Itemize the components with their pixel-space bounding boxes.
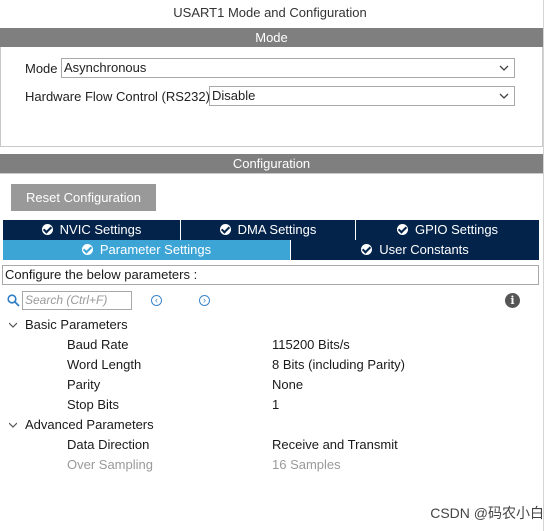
- tab-user-constants[interactable]: User Constants: [291, 240, 539, 260]
- search-input[interactable]: Search (Ctrl+F): [22, 291, 132, 310]
- expand-chevron-icon[interactable]: [9, 421, 17, 429]
- param-name: Over Sampling: [67, 457, 153, 472]
- group-basic-parameters[interactable]: Basic Parameters: [25, 315, 128, 335]
- check-circle-icon: [41, 224, 53, 235]
- expand-chevron-icon[interactable]: [9, 321, 17, 329]
- param-value[interactable]: None: [272, 375, 303, 395]
- reset-configuration-button[interactable]: Reset Configuration: [11, 184, 156, 211]
- param-value[interactable]: 1: [272, 395, 279, 415]
- search-next-icon[interactable]: ›: [199, 295, 210, 306]
- search-previous-icon[interactable]: ‹: [151, 295, 162, 306]
- param-name[interactable]: Data Direction: [67, 435, 149, 455]
- tab-label: User Constants: [379, 242, 469, 257]
- window-title: USART1 Mode and Configuration: [173, 5, 367, 20]
- description-text: Configure the below parameters :: [2, 265, 539, 285]
- flow-control-dropdown-value: Disable: [212, 88, 256, 103]
- chevron-down-icon: [499, 93, 509, 99]
- search-icon[interactable]: [7, 294, 20, 307]
- tab-nvic-settings[interactable]: NVIC Settings: [3, 220, 181, 240]
- tab-dma-settings[interactable]: DMA Settings: [181, 220, 356, 240]
- param-value[interactable]: Receive and Transmit: [272, 435, 398, 455]
- flow-control-dropdown[interactable]: Disable: [209, 86, 515, 106]
- mode-dropdown[interactable]: Asynchronous: [61, 58, 515, 78]
- param-name[interactable]: Stop Bits: [67, 395, 119, 415]
- tab-parameter-settings[interactable]: Parameter Settings: [3, 240, 291, 260]
- check-circle-icon: [396, 224, 408, 235]
- mode-label: Mode: [25, 61, 58, 76]
- param-value[interactable]: 8 Bits (including Parity): [272, 355, 405, 375]
- panel-right-border: [543, 0, 544, 531]
- flow-control-label: Hardware Flow Control (RS232): [25, 89, 210, 104]
- mode-dropdown-value: Asynchronous: [64, 60, 147, 75]
- param-value[interactable]: 115200 Bits/s: [272, 335, 350, 355]
- mode-section-header[interactable]: Mode: [0, 28, 543, 47]
- info-icon[interactable]: i: [505, 293, 520, 308]
- param-name[interactable]: Parity: [67, 375, 100, 395]
- param-value: 16 Samples: [272, 457, 341, 472]
- tab-gpio-settings[interactable]: GPIO Settings: [356, 220, 539, 240]
- check-circle-icon: [81, 244, 93, 255]
- divider: [0, 173, 543, 174]
- group-advanced-parameters[interactable]: Advanced Parameters: [25, 415, 154, 435]
- tab-label: NVIC Settings: [59, 222, 142, 237]
- check-circle-icon: [361, 244, 373, 255]
- param-name[interactable]: Word Length: [67, 355, 141, 375]
- param-name[interactable]: Baud Rate: [67, 335, 128, 355]
- check-circle-icon: [219, 224, 231, 235]
- tab-label: DMA Settings: [237, 222, 317, 237]
- watermark-text: CSDN @码农小白: [430, 505, 544, 521]
- tab-label: Parameter Settings: [99, 242, 212, 257]
- configuration-section-header[interactable]: Configuration: [0, 154, 543, 173]
- chevron-down-icon: [499, 65, 509, 71]
- tab-label: GPIO Settings: [414, 222, 499, 237]
